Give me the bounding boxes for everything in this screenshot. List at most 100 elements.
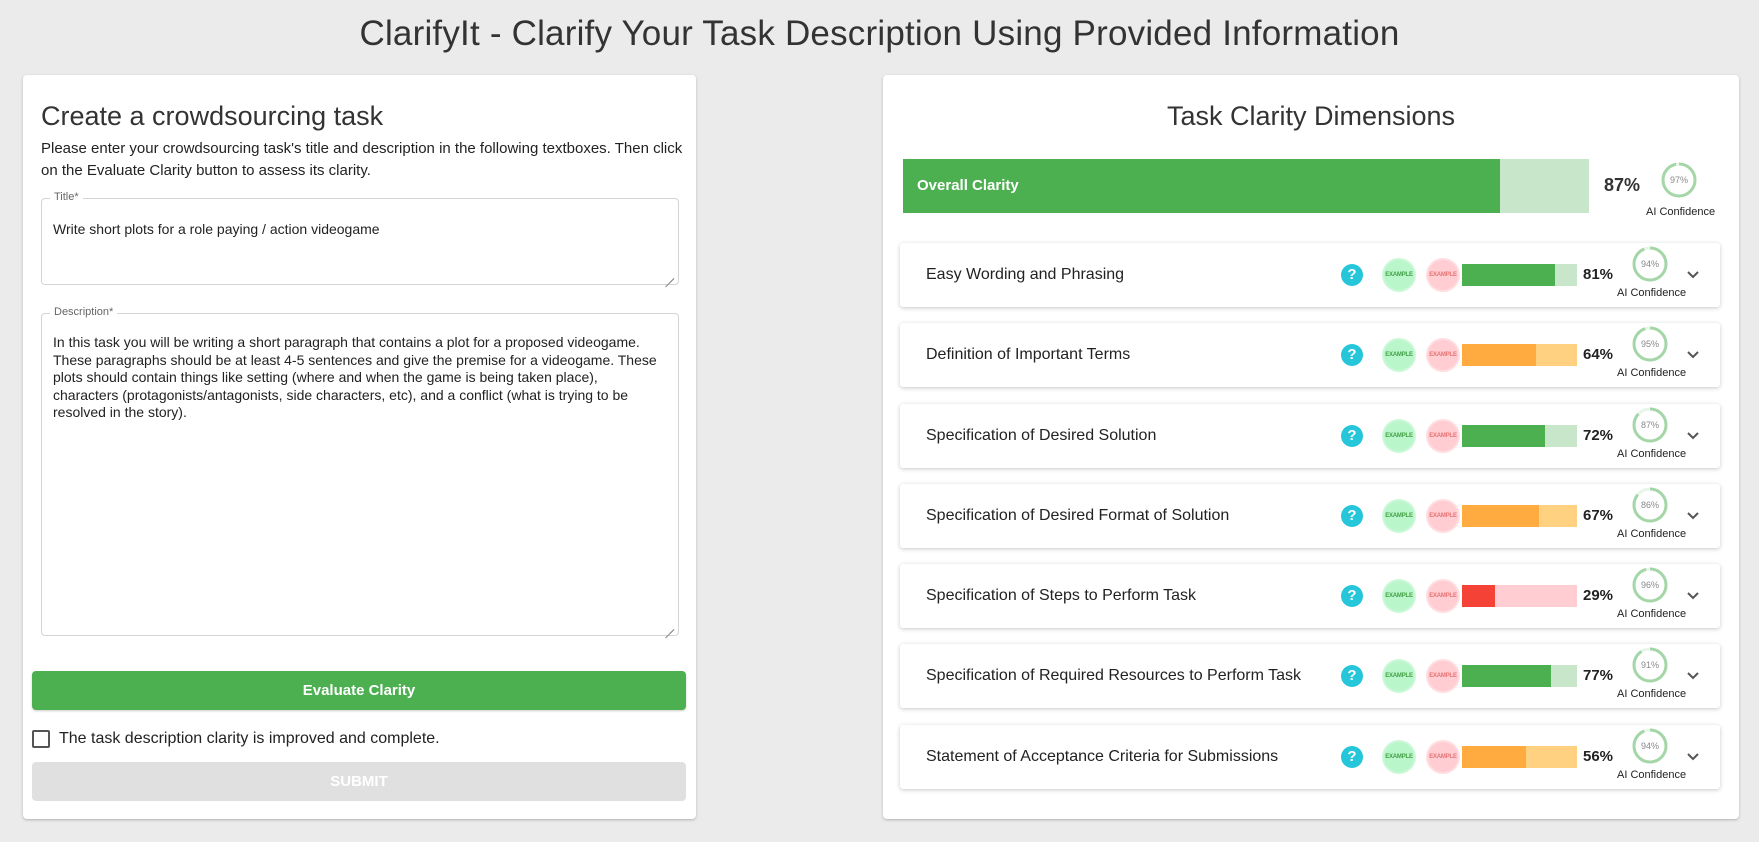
chevron-down-icon[interactable] bbox=[1684, 265, 1702, 283]
dimension-score: 64% bbox=[1583, 346, 1614, 363]
completion-checkbox-row[interactable]: The task description clarity is improved… bbox=[32, 730, 440, 748]
confidence-label: AI Confidence bbox=[1617, 448, 1687, 460]
bad-example-icon[interactable]: EXAMPLE bbox=[1428, 260, 1458, 290]
confidence-label: AI Confidence bbox=[1617, 287, 1687, 299]
clarity-results-card: Task Clarity Dimensions Overall Clarity … bbox=[883, 75, 1739, 819]
dimension-label: Specification of Desired Solution bbox=[926, 427, 1157, 444]
dimension-row[interactable]: Specification of Desired Solution? EXAMPL… bbox=[900, 404, 1720, 468]
bad-example-icon[interactable]: EXAMPLE bbox=[1428, 340, 1458, 370]
dimension-label: Specification of Steps to Perform Task bbox=[926, 587, 1197, 604]
good-example-icon[interactable]: EXAMPLE bbox=[1384, 742, 1414, 772]
dimension-score: 67% bbox=[1583, 507, 1614, 524]
overall-clarity-label: Overall Clarity bbox=[917, 177, 1019, 194]
dimension-score-bar bbox=[1462, 505, 1577, 527]
completion-checkbox[interactable] bbox=[32, 730, 50, 748]
good-example-icon[interactable]: EXAMPLE bbox=[1384, 581, 1414, 611]
evaluate-clarity-button[interactable]: Evaluate Clarity bbox=[32, 671, 686, 710]
page-title: ClarifyIt - Clarify Your Task Descriptio… bbox=[359, 14, 1400, 53]
good-example-icon[interactable]: EXAMPLE bbox=[1384, 421, 1414, 451]
chevron-path bbox=[1687, 672, 1699, 680]
dimension-row[interactable]: Statement of Acceptance Criteria for Sub… bbox=[900, 725, 1720, 789]
confidence-label: AI Confidence bbox=[1617, 528, 1687, 540]
dimension-score-bar bbox=[1462, 344, 1577, 366]
gauge-value: 86% bbox=[1641, 500, 1659, 510]
overall-confidence-gauge: 97% bbox=[1661, 162, 1697, 198]
confidence-gauge: 87% bbox=[1632, 407, 1668, 443]
overall-clarity-score: 87% bbox=[1604, 175, 1641, 195]
chevron-down-icon[interactable] bbox=[1684, 747, 1702, 765]
confidence-label: AI Confidence bbox=[1617, 769, 1687, 781]
title-resize-handle[interactable] bbox=[664, 270, 674, 280]
chevron-down-icon[interactable] bbox=[1684, 586, 1702, 604]
gauge-value: 94% bbox=[1641, 741, 1659, 751]
dimension-row[interactable]: Specification of Desired Format of Solut… bbox=[900, 484, 1720, 548]
good-example-icon[interactable]: EXAMPLE bbox=[1384, 260, 1414, 290]
dimension-row[interactable]: Specification of Steps to Perform Task? E… bbox=[900, 564, 1720, 628]
confidence-gauge: 91% bbox=[1632, 647, 1668, 683]
chevron-down-icon[interactable] bbox=[1684, 345, 1702, 363]
chevron-down-icon[interactable] bbox=[1684, 426, 1702, 444]
dimension-row[interactable]: Definition of Important Terms? EXAMPLE EXA… bbox=[900, 323, 1720, 387]
confidence-label: AI Confidence bbox=[1617, 367, 1687, 379]
chevron-path bbox=[1687, 592, 1699, 600]
help-icon[interactable]: ? bbox=[1341, 585, 1363, 607]
description-textarea[interactable]: In this task you will be writing a short… bbox=[53, 334, 666, 422]
overall-confidence-label: AI Confidence bbox=[1646, 206, 1716, 218]
help-icon[interactable]: ? bbox=[1341, 505, 1363, 527]
dimension-score: 77% bbox=[1583, 667, 1614, 684]
gauge-value: 95% bbox=[1641, 339, 1659, 349]
chevron-path bbox=[1687, 271, 1699, 279]
dimension-score-bar bbox=[1462, 746, 1577, 768]
help-icon[interactable]: ? bbox=[1341, 665, 1363, 687]
confidence-gauge: 94% bbox=[1632, 246, 1668, 282]
dimension-score: 81% bbox=[1583, 266, 1614, 283]
dimension-score-bar bbox=[1462, 665, 1577, 687]
dimension-label: Specification of Desired Format of Solut… bbox=[926, 507, 1230, 524]
dimension-score-fill bbox=[1462, 505, 1540, 527]
good-example-icon[interactable]: EXAMPLE bbox=[1384, 661, 1414, 691]
dimension-score-fill bbox=[1462, 264, 1556, 286]
bad-example-icon[interactable]: EXAMPLE bbox=[1428, 742, 1458, 772]
bad-example-icon[interactable]: EXAMPLE bbox=[1428, 661, 1458, 691]
gauge-value: 94% bbox=[1641, 259, 1659, 269]
dimension-row[interactable]: Easy Wording and Phrasing? EXAMPLE EXAMPLE… bbox=[900, 243, 1720, 307]
help-icon[interactable]: ? bbox=[1341, 264, 1363, 286]
task-form-card: Create a crowdsourcing task Please enter… bbox=[23, 75, 696, 819]
dimension-score: 72% bbox=[1583, 427, 1614, 444]
title-input[interactable]: Write short plots for a role paying / ac… bbox=[53, 221, 666, 239]
gauge-value: 97% bbox=[1670, 175, 1688, 185]
bad-example-icon[interactable]: EXAMPLE bbox=[1428, 581, 1458, 611]
description-resize-handle[interactable] bbox=[664, 621, 674, 631]
help-icon[interactable]: ? bbox=[1341, 344, 1363, 366]
dimension-label: Easy Wording and Phrasing bbox=[926, 266, 1125, 283]
dimension-row[interactable]: Specification of Required Resources to P… bbox=[900, 644, 1720, 708]
chevron-down-icon[interactable] bbox=[1684, 506, 1702, 524]
description-field[interactable]: Description* In this task you will be wr… bbox=[41, 306, 679, 636]
form-instructions: Please enter your crowdsourcing task's t… bbox=[41, 140, 683, 179]
gauge-value: 91% bbox=[1641, 660, 1659, 670]
confidence-label: AI Confidence bbox=[1617, 688, 1687, 700]
good-example-icon[interactable]: EXAMPLE bbox=[1384, 340, 1414, 370]
dimension-score-fill bbox=[1462, 746, 1527, 768]
dimension-score: 56% bbox=[1583, 748, 1614, 765]
completion-checkbox-label[interactable]: The task description clarity is improved… bbox=[59, 730, 440, 748]
title-field[interactable]: Title* Write short plots for a role payi… bbox=[41, 191, 679, 285]
confidence-gauge: 95% bbox=[1632, 326, 1668, 362]
form-heading: Create a crowdsourcing task bbox=[41, 101, 384, 131]
overall-clarity-bar: Overall Clarity bbox=[903, 159, 1589, 213]
good-example-icon[interactable]: EXAMPLE bbox=[1384, 501, 1414, 531]
confidence-gauge: 94% bbox=[1632, 728, 1668, 764]
help-icon[interactable]: ? bbox=[1341, 746, 1363, 768]
bad-example-icon[interactable]: EXAMPLE bbox=[1428, 421, 1458, 451]
help-icon[interactable]: ? bbox=[1341, 425, 1363, 447]
submit-button[interactable]: SUBMIT bbox=[32, 762, 686, 801]
gauge-value: 87% bbox=[1641, 420, 1659, 430]
chevron-path bbox=[1687, 351, 1699, 359]
chevron-path bbox=[1687, 432, 1699, 440]
dimension-label: Statement of Acceptance Criteria for Sub… bbox=[926, 748, 1279, 765]
chevron-path bbox=[1687, 512, 1699, 520]
confidence-label: AI Confidence bbox=[1617, 608, 1687, 620]
dimension-score-bar bbox=[1462, 264, 1577, 286]
bad-example-icon[interactable]: EXAMPLE bbox=[1428, 501, 1458, 531]
chevron-down-icon[interactable] bbox=[1684, 666, 1702, 684]
